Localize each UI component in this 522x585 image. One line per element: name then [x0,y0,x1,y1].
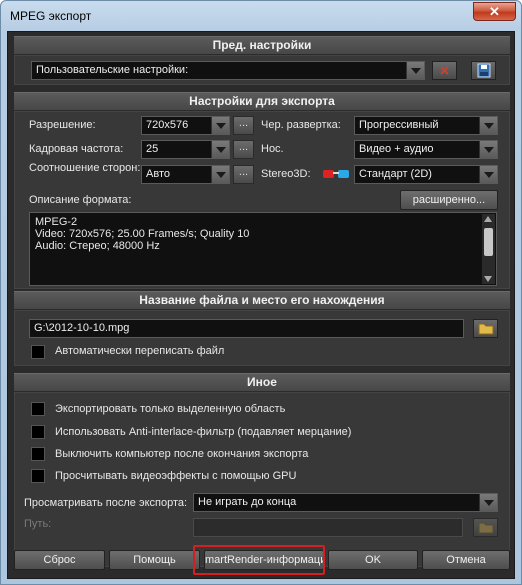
3d-glasses-icon [323,170,349,178]
aspect-value: Авто [146,168,170,180]
framerate-label: Кадровая частота: [29,143,124,155]
framerate-value: 25 [146,143,159,155]
description-line: Audio: Стерео; 48000 Hz [35,240,160,252]
presets-header: Пред. настройки [14,36,510,54]
export-window: MPEG экспорт ✕ Пред. настройки Пользоват… [0,0,522,585]
stereo3d-select[interactable]: Стандарт (2D) [354,165,498,184]
interlace-label: Чер. развертка: [261,119,341,131]
delete-icon [440,66,449,75]
resolution-value: 720x576 [146,119,189,131]
aspect-select[interactable]: Авто [141,165,230,184]
export-selection-label: Экспортировать только выделенную область [55,403,286,415]
chevron-down-icon [479,117,497,134]
resolution-more-button[interactable]: ... [233,116,254,135]
delete-preset-button[interactable] [432,61,457,80]
stereo3d-value: Стандарт (2D) [359,168,432,180]
shutdown-label: Выключить компьютер после окончания эксп… [55,448,309,460]
ok-button[interactable]: OK [328,550,418,570]
format-description-box[interactable]: MPEG-2 Video: 720x576; 25.00 Frames/s; Q… [29,212,497,286]
scroll-thumb[interactable] [484,228,493,256]
scroll-up-icon[interactable] [484,216,492,222]
export-settings-header: Настройки для экспорта [14,92,510,110]
chevron-down-icon [211,141,229,158]
save-icon [477,63,491,78]
cancel-button[interactable]: Отмена [422,550,510,570]
framerate-more-button[interactable]: ... [233,140,254,159]
overwrite-checkbox[interactable] [31,345,45,359]
presets-select[interactable]: Пользовательские настройки: [31,61,425,80]
interlace-select[interactable]: Прогрессивный [354,116,498,135]
browse-file-button[interactable] [473,319,498,338]
chevron-down-icon [479,494,497,511]
advanced-button[interactable]: расширенно... [400,190,498,210]
file-header: Название файла и место его нахождения [14,291,510,309]
resolution-select[interactable]: 720x576 [141,116,230,135]
chevron-down-icon [479,141,497,158]
dialog-body: Пред. настройки Пользовательские настрой… [7,31,515,579]
preview-after-export-select[interactable]: Не играть до конца [193,493,498,512]
gpu-effects-label: Просчитывать видеоэффекты с помощью GPU [55,470,297,482]
scroll-down-icon[interactable] [484,276,492,282]
anti-interlace-label: Использовать Anti-interlace-фильтр (пода… [55,426,352,438]
resolution-label: Разрешение: [29,119,96,131]
aspect-more-button[interactable]: ... [233,165,254,184]
chevron-down-icon [211,117,229,134]
browse-path-button [473,518,498,537]
interlace-value: Прогрессивный [359,119,439,131]
chevron-down-icon [211,166,229,183]
folder-icon [478,323,494,335]
carrier-label: Нос. [261,143,284,155]
reset-button[interactable]: Сброс [14,550,105,570]
folder-icon [478,522,494,534]
other-header: Иное [14,373,510,391]
carrier-value: Видео + аудио [359,143,434,155]
framerate-select[interactable]: 25 [141,140,230,159]
title-bar[interactable]: MPEG экспорт ✕ [1,1,521,31]
anti-interlace-checkbox[interactable] [31,425,45,439]
preview-after-export-value: Не играть до конца [198,496,297,508]
path-label: Путь: [24,518,52,530]
chevron-down-icon [479,166,497,183]
window-title: MPEG экспорт [10,9,92,23]
close-button[interactable]: ✕ [473,2,516,21]
carrier-select[interactable]: Видео + аудио [354,140,498,159]
description-line: Video: 720x576; 25.00 Frames/s; Quality … [35,228,250,240]
gpu-effects-checkbox[interactable] [31,469,45,483]
presets-select-value: Пользовательские настройки: [36,64,189,76]
shutdown-checkbox[interactable] [31,447,45,461]
path-input [193,518,463,537]
description-line: MPEG-2 [35,216,78,228]
chevron-down-icon [406,62,424,79]
preview-after-export-label: Просматривать после экспорта: [24,497,188,509]
format-description-label: Описание формата: [29,194,132,206]
highlight-box [193,545,325,575]
help-button[interactable]: Помощь [109,550,200,570]
save-preset-button[interactable] [471,61,496,80]
overwrite-label: Автоматически переписать файл [55,345,225,357]
file-path-input[interactable]: G:\2012-10-10.mpg [29,319,464,338]
stereo3d-label: Stereo3D: [261,168,311,180]
description-scrollbar[interactable] [482,214,495,284]
export-selection-checkbox[interactable] [31,402,45,416]
aspect-label: Соотношение сторон: [29,162,141,174]
